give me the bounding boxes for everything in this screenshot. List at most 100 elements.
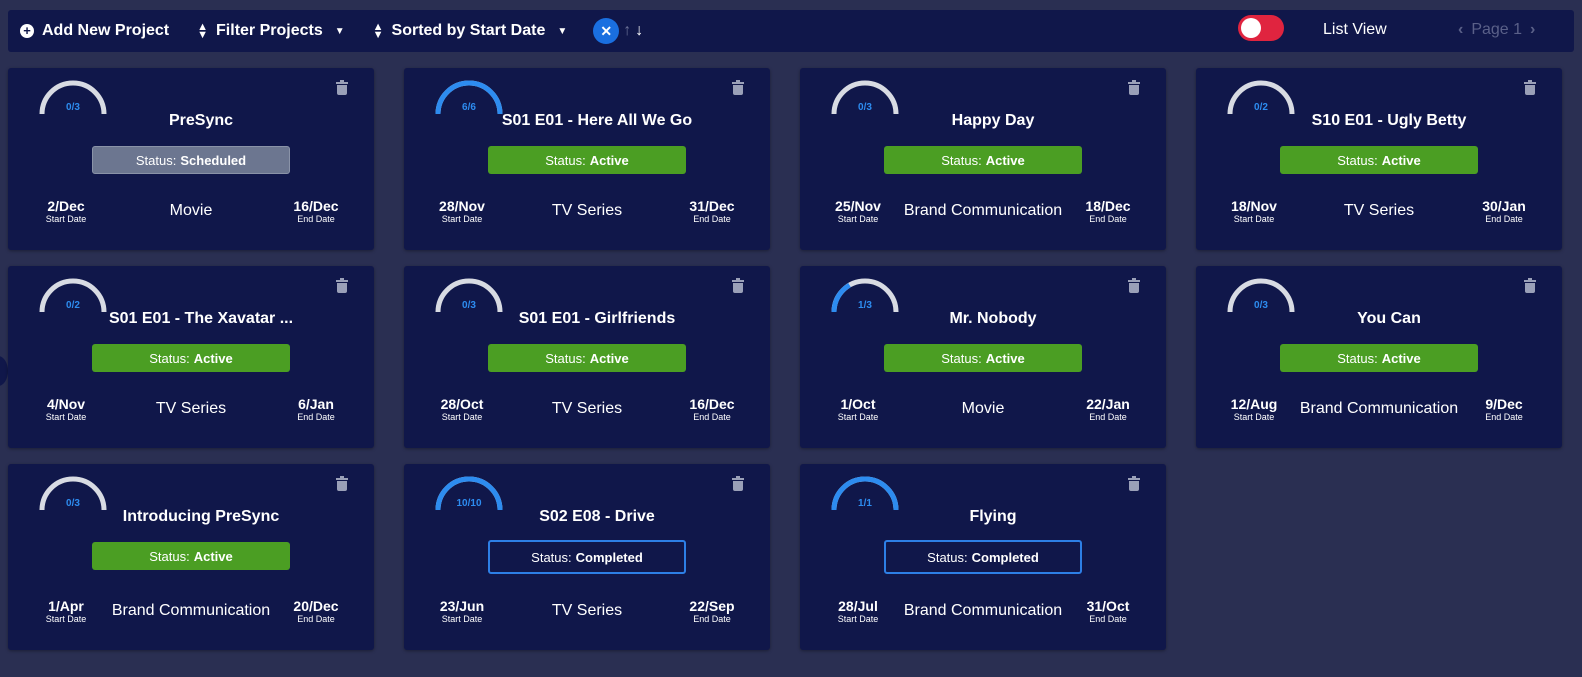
start-date: 1/Apr Start Date	[26, 598, 106, 624]
project-card[interactable]: 10/10 S02 E08 - Drive Status: Completed …	[404, 464, 770, 650]
start-date: 1/Oct Start Date	[818, 396, 898, 422]
start-date-label: Start Date	[837, 214, 879, 224]
project-type: Brand Communication	[1299, 400, 1459, 417]
project-card[interactable]: 0/2 S01 E01 - The Xavatar ... Status: Ac…	[8, 266, 374, 448]
start-date: 2/Dec Start Date	[26, 198, 106, 224]
sort-dropdown[interactable]: ▲ ▼ Sorted by Start Date ▼	[372, 21, 568, 41]
status-value: Completed	[971, 549, 1039, 565]
project-title: PreSync	[168, 112, 234, 129]
status-badge: Status: Active	[1280, 344, 1478, 372]
status-prefix: Status:	[941, 350, 982, 366]
status-prefix: Status:	[149, 548, 190, 564]
end-date-value: 31/Oct	[1086, 598, 1130, 614]
start-date: 12/Aug Start Date	[1214, 396, 1294, 422]
list-view-label: List View	[1323, 21, 1387, 38]
start-date-label: Start Date	[837, 412, 879, 422]
project-card[interactable]: 0/2 S10 E01 - Ugly Betty Status: Active …	[1196, 68, 1562, 250]
sort-ascending-icon[interactable]: ↑	[623, 22, 631, 40]
end-date: 31/Oct End Date	[1068, 598, 1148, 624]
start-date: 4/Nov Start Date	[26, 396, 106, 422]
start-date-value: 28/Jul	[838, 598, 878, 614]
end-date: 31/Dec End Date	[672, 198, 752, 224]
project-title: Flying	[969, 508, 1017, 525]
trash-icon[interactable]	[1128, 278, 1140, 293]
project-title: Introducing PreSync	[122, 508, 280, 525]
end-date: 22/Jan End Date	[1068, 396, 1148, 422]
start-date-label: Start Date	[1233, 214, 1275, 224]
add-project-label: Add New Project	[42, 22, 170, 39]
status-prefix: Status:	[149, 350, 190, 366]
status-value: Active	[1381, 152, 1421, 168]
clear-sort-button[interactable]: ✕	[593, 18, 620, 44]
trash-icon[interactable]	[336, 278, 348, 293]
trash-icon[interactable]	[336, 80, 348, 95]
project-card[interactable]: 0/3 Introducing PreSync Status: Active 1…	[8, 464, 374, 650]
start-date-label: Start Date	[45, 214, 87, 224]
project-card[interactable]: 0/3 Happy Day Status: Active 25/Nov Star…	[800, 68, 1166, 250]
end-date: 6/Jan End Date	[276, 396, 356, 422]
end-date-value: 6/Jan	[298, 396, 334, 412]
filter-projects-dropdown[interactable]: ▲ ▼ Filter Projects ▼	[197, 21, 345, 41]
chevron-right-icon[interactable]: ›	[1530, 21, 1535, 39]
project-type: Brand Communication	[111, 602, 271, 619]
end-date-label: End Date	[1089, 214, 1127, 224]
end-date-label: End Date	[693, 214, 731, 224]
project-card[interactable]: 1/1 Flying Status: Completed 28/Jul Star…	[800, 464, 1166, 650]
end-date-label: End Date	[1485, 412, 1523, 422]
project-type: TV Series	[551, 400, 623, 417]
filter-projects-label: Filter Projects	[216, 22, 323, 39]
project-type: Brand Communication	[903, 202, 1063, 219]
toggle-knob	[1241, 18, 1261, 38]
project-card[interactable]: 0/3 You Can Status: Active 12/Aug Start …	[1196, 266, 1562, 448]
status-badge: Status: Active	[1280, 146, 1478, 174]
trash-icon[interactable]	[1128, 80, 1140, 95]
status-badge: Status: Completed	[488, 540, 686, 574]
trash-icon[interactable]	[1128, 476, 1140, 491]
status-value: Active	[589, 350, 629, 366]
trash-icon[interactable]	[336, 476, 348, 491]
list-view-toggle[interactable]	[1238, 15, 1284, 41]
end-date-label: End Date	[297, 412, 335, 422]
end-date: 22/Sep End Date	[672, 598, 752, 624]
sort-arrows-icon: ▲ ▼	[197, 21, 209, 41]
start-date-value: 1/Apr	[48, 598, 84, 614]
project-title: S10 E01 - Ugly Betty	[1311, 112, 1467, 129]
trash-icon[interactable]	[732, 476, 744, 491]
end-date-label: End Date	[1089, 412, 1127, 422]
end-date-value: 22/Jan	[1086, 396, 1130, 412]
side-handle[interactable]	[0, 356, 8, 386]
add-project-button[interactable]: + Add New Project	[20, 22, 169, 40]
end-date-label: End Date	[1485, 214, 1523, 224]
trash-icon[interactable]	[1524, 80, 1536, 95]
sort-descending-icon[interactable]: ↓	[635, 22, 643, 40]
project-card[interactable]: 1/3 Mr. Nobody Status: Active 1/Oct Star…	[800, 266, 1166, 448]
trash-icon[interactable]	[732, 278, 744, 293]
end-date-label: End Date	[1089, 614, 1127, 624]
start-date-label: Start Date	[45, 412, 87, 422]
project-card[interactable]: 6/6 S01 E01 - Here All We Go Status: Act…	[404, 68, 770, 250]
project-title: Happy Day	[951, 112, 1035, 129]
start-date-value: 12/Aug	[1230, 396, 1278, 412]
start-date-value: 18/Nov	[1231, 198, 1277, 214]
status-prefix: Status:	[941, 152, 982, 168]
project-card[interactable]: 0/3 PreSync Status: Scheduled 2/Dec Star…	[8, 68, 374, 250]
chevron-left-icon[interactable]: ‹	[1458, 21, 1463, 39]
end-date: 16/Dec End Date	[276, 198, 356, 224]
project-title: S01 E01 - The Xavatar ...	[108, 310, 294, 327]
project-title: S02 E08 - Drive	[539, 508, 655, 525]
project-grid: 0/3 PreSync Status: Scheduled 2/Dec Star…	[8, 68, 1562, 650]
project-card[interactable]: 0/3 S01 E01 - Girlfriends Status: Active…	[404, 266, 770, 448]
status-prefix: Status:	[135, 152, 177, 168]
project-title: Mr. Nobody	[949, 310, 1037, 327]
close-icon: ✕	[600, 22, 613, 39]
trash-icon[interactable]	[732, 80, 744, 95]
start-date: 28/Nov Start Date	[422, 198, 502, 224]
start-date-label: Start Date	[441, 412, 483, 422]
status-prefix: Status:	[545, 350, 586, 366]
trash-icon[interactable]	[1524, 278, 1536, 293]
page-label: Page 1	[1471, 21, 1523, 38]
status-value: Active	[985, 152, 1025, 168]
status-value: Scheduled	[180, 152, 247, 168]
status-value: Active	[1381, 350, 1421, 366]
sort-arrows-icon: ▲ ▼	[372, 21, 384, 41]
